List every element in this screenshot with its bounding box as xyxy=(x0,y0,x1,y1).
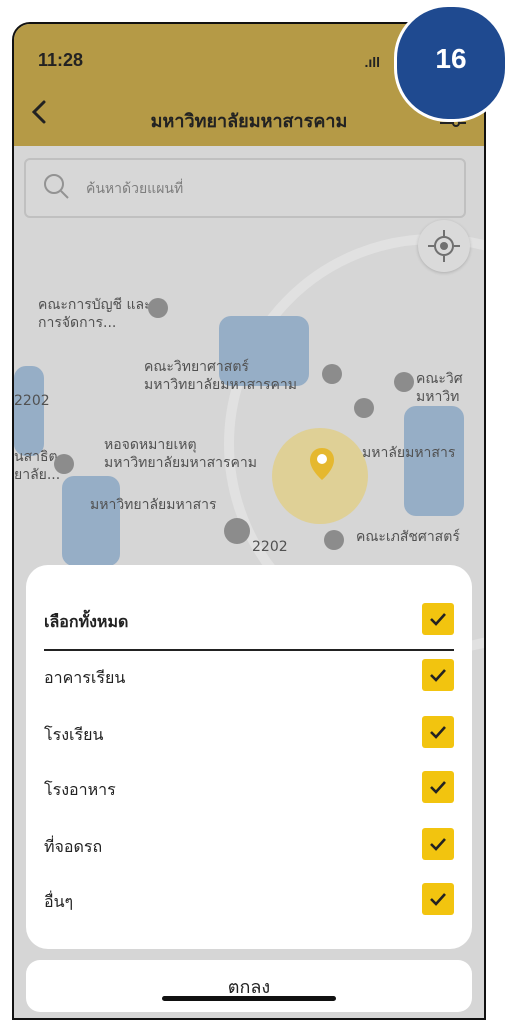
status-time: 11:28 xyxy=(38,50,84,70)
filter-label: อาคารเรียน xyxy=(44,668,126,687)
filter-checkbox[interactable] xyxy=(422,659,454,691)
filter-row[interactable]: อื่นๆ xyxy=(44,883,454,917)
filter-row[interactable]: ที่จอดรถ xyxy=(44,828,454,862)
select-all-checkbox[interactable] xyxy=(422,603,454,635)
divider xyxy=(44,649,454,651)
check-icon xyxy=(430,613,446,626)
filter-checkbox[interactable] xyxy=(422,828,454,860)
filter-row[interactable]: อาคารเรียน xyxy=(44,659,454,693)
filter-label: โรงเรียน xyxy=(44,725,104,744)
filter-row-select-all[interactable]: เลือกทั้งหมด xyxy=(44,603,454,637)
check-icon xyxy=(430,726,446,739)
step-badge: 16 xyxy=(394,4,505,122)
check-icon xyxy=(430,669,446,682)
filter-label: ที่จอดรถ xyxy=(44,837,103,856)
check-icon xyxy=(430,838,446,851)
filter-label: เลือกทั้งหมด xyxy=(44,612,129,631)
home-indicator xyxy=(162,996,336,1001)
filter-checkbox[interactable] xyxy=(422,883,454,915)
confirm-button[interactable]: ตกลง xyxy=(26,960,472,1012)
signal-indicator: .ıll xyxy=(364,54,380,70)
filter-row[interactable]: โรงเรียน xyxy=(44,716,454,750)
phone-screen: 11:28 .ıll มหาวิทยาลัยมหาสารคาม ค้นหาด้ว… xyxy=(12,22,486,1020)
screenshot-frame: 11:28 .ıll มหาวิทยาลัยมหาสารคาม ค้นหาด้ว… xyxy=(0,0,505,1020)
filter-checkbox[interactable] xyxy=(422,771,454,803)
filter-row[interactable]: โรงอาหาร xyxy=(44,771,454,805)
filter-label: อื่นๆ xyxy=(44,892,74,911)
filter-sheet: เลือกทั้งหมด อาคารเรียน โรงเรียน โรงอาหา xyxy=(26,565,472,949)
check-icon xyxy=(430,781,446,794)
check-icon xyxy=(430,893,446,906)
filter-checkbox[interactable] xyxy=(422,716,454,748)
filter-label: โรงอาหาร xyxy=(44,780,116,799)
